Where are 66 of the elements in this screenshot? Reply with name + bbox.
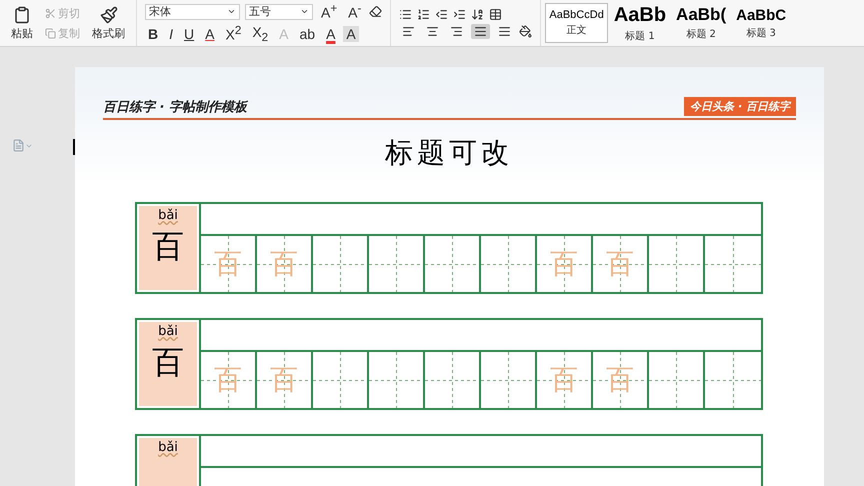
- numbered-list-icon[interactable]: [417, 8, 430, 20]
- style-preset[interactable]: AaBbC 标题 3: [732, 3, 790, 43]
- writing-cell: [649, 236, 705, 292]
- writing-cell: [649, 352, 705, 408]
- header-title: 百日练字 · 字帖制作模板: [103, 98, 247, 116]
- font-size-button[interactable]: A$^{+}$: [318, 2, 340, 21]
- style-preset[interactable]: AaBb 标题 1: [610, 3, 670, 43]
- writing-cell: [705, 352, 761, 408]
- align-lines-icon: [474, 24, 488, 38]
- trace-character: 百: [214, 246, 242, 282]
- align-button[interactable]: [471, 24, 490, 38]
- format-button[interactable]: B: [145, 26, 162, 42]
- eraser-icon[interactable]: [369, 5, 382, 18]
- writing-cell: [369, 352, 425, 408]
- bullet-list-icon[interactable]: [399, 8, 412, 20]
- font-size-button[interactable]: A$^{-}$: [345, 2, 364, 21]
- model-character: 百: [152, 226, 184, 267]
- text-cursor: [73, 139, 75, 155]
- pinyin-label: bǎi: [158, 324, 178, 339]
- outdent-icon[interactable]: [435, 8, 448, 20]
- writing-cell: [481, 236, 537, 292]
- font-family-dropdown[interactable]: 宋体: [145, 4, 240, 20]
- scissors-icon: [45, 8, 56, 18]
- style-preset[interactable]: AaBb( 标题 2: [672, 3, 730, 43]
- sort-icon[interactable]: [471, 8, 484, 20]
- shading-icon[interactable]: [519, 24, 532, 38]
- align-lines-icon: [450, 24, 464, 38]
- style-preset[interactable]: AaBbCcDd 正文: [545, 3, 608, 43]
- trace-character: 百: [270, 246, 298, 282]
- format-button[interactable]: ab: [296, 26, 318, 42]
- format-button[interactable]: A: [323, 26, 338, 42]
- align-lines-icon: [498, 24, 512, 38]
- trace-character: 百: [550, 246, 578, 282]
- trace-character: 百: [270, 362, 298, 398]
- writing-cell: [313, 236, 369, 292]
- trace-character: 百: [550, 362, 578, 398]
- format-painter-button[interactable]: 格式刷: [89, 4, 128, 42]
- format-button[interactable]: X$^{2}$: [222, 24, 244, 44]
- font-size-dropdown[interactable]: 五号: [245, 4, 313, 20]
- writing-cell: [425, 352, 481, 408]
- table-icon[interactable]: [489, 8, 502, 20]
- format-button[interactable]: X$_{2}$: [249, 24, 272, 44]
- paste-button[interactable]: 粘贴: [8, 4, 36, 42]
- writing-cell: [481, 352, 537, 408]
- pinyin-label: bǎi: [158, 440, 178, 455]
- align-lines-icon: [402, 24, 416, 38]
- header-badge: 今日头条 · 百日练字: [684, 97, 796, 116]
- model-character: 百: [152, 342, 184, 383]
- writing-cell: [705, 236, 761, 292]
- indent-icon[interactable]: [453, 8, 466, 20]
- pinyin-label: bǎi: [158, 208, 178, 223]
- writing-cell: [313, 352, 369, 408]
- align-lines-icon: [426, 24, 440, 38]
- writing-cell: [425, 236, 481, 292]
- format-button[interactable]: I: [166, 26, 176, 42]
- trace-character: 百: [606, 246, 634, 282]
- page-title: 标题可改: [384, 135, 514, 171]
- clipboard-icon: [13, 6, 31, 24]
- format-button[interactable]: U: [181, 26, 198, 42]
- format-button[interactable]: A: [343, 26, 359, 42]
- trace-character: 百: [606, 362, 634, 398]
- paintbrush-icon: [100, 6, 118, 24]
- format-button[interactable]: A: [202, 26, 218, 42]
- copy-icon: [45, 28, 56, 38]
- writing-cell: [369, 236, 425, 292]
- trace-character: 百: [214, 362, 242, 398]
